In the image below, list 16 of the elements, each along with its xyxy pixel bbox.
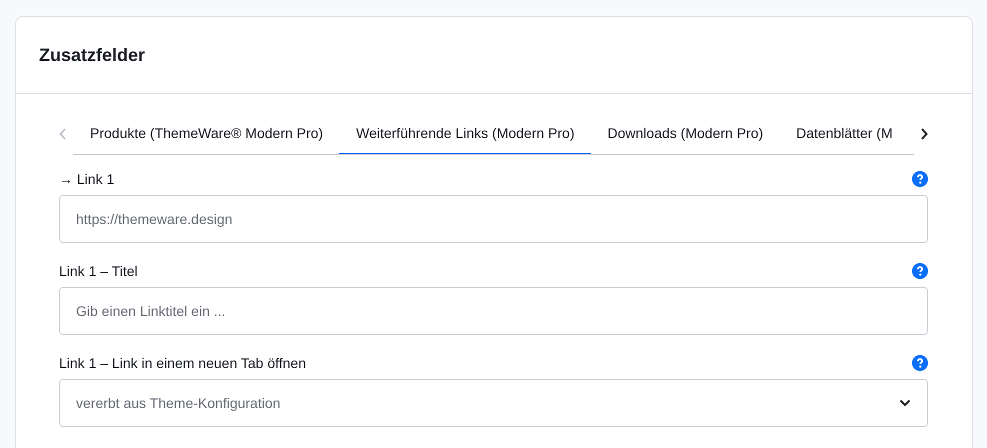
help-icon[interactable]	[912, 263, 928, 279]
field-label: Link 1 – Titel	[59, 263, 138, 279]
select-field[interactable]: vererbt aus Theme-Konfiguration	[59, 379, 928, 427]
card-title: Zusatzfelder	[39, 44, 146, 66]
tab[interactable]: Datenblätter (M	[779, 112, 909, 154]
field-label: Link 1 – Link in einem neuen Tab öffnen	[59, 355, 306, 371]
tab[interactable]: Downloads (Modern Pro)	[590, 112, 780, 154]
chevron-right-icon[interactable]	[920, 128, 928, 140]
input-field[interactable]: Gib einen Linktitel ein ...	[59, 287, 928, 335]
tab[interactable]: Weiterführende Links (Modern Pro)	[339, 112, 591, 154]
help-icon[interactable]	[912, 171, 928, 187]
tab[interactable]: Produkte (ThemeWare® Modern Pro)	[73, 112, 340, 154]
field-label: → Link 1	[59, 171, 114, 187]
input-field[interactable]: https://themeware.design	[59, 195, 928, 243]
help-icon[interactable]	[912, 355, 928, 371]
chevron-down-icon	[899, 399, 911, 407]
